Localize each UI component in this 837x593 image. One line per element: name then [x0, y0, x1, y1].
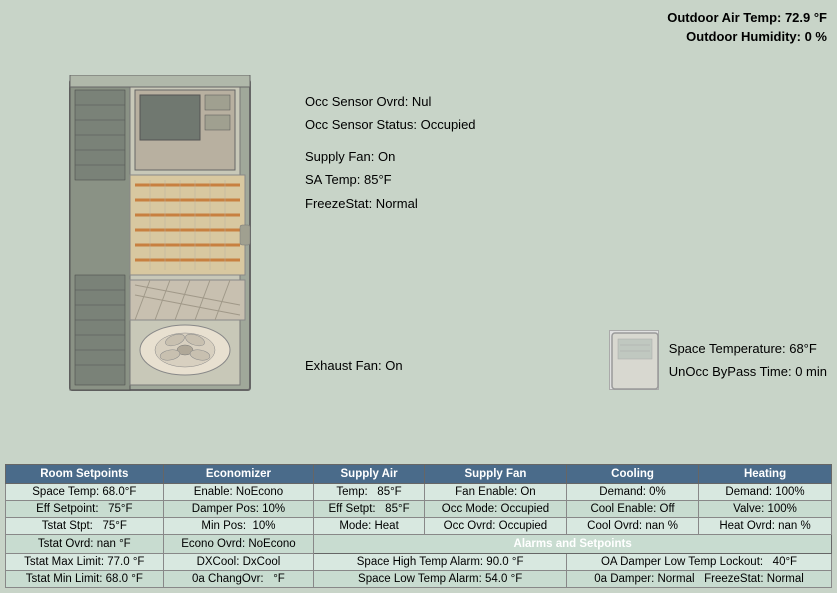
col-supply-air: Supply Air — [314, 465, 425, 484]
occ-sensor-status: Occ Sensor Status: Occupied — [305, 113, 476, 136]
cell-damper-pos: Damper Pos: 10% — [163, 501, 314, 518]
supply-fan-status: Supply Fan: On — [305, 145, 476, 168]
data-table-container: Room Setpoints Economizer Supply Air Sup… — [5, 464, 832, 588]
cell-space-temp: Space Temp: 68.0°F — [6, 484, 164, 501]
col-room-setpoints: Room Setpoints — [6, 465, 164, 484]
bypass-time: UnOcc ByPass Time: 0 min — [669, 360, 827, 383]
cell-mode: Mode: Heat — [314, 518, 425, 535]
space-temp-panel: Space Temperature: 68°F UnOcc ByPass Tim… — [609, 330, 827, 390]
alarm-header: Alarms and Setpoints — [314, 535, 832, 554]
outdoor-humidity: Outdoor Humidity: 0 % — [667, 29, 827, 44]
table-row: Space Temp: 68.0°F Enable: NoEcono Temp:… — [6, 484, 832, 501]
cell-tstat-min: Tstat Min Limit: 68.0 °F — [6, 571, 164, 588]
cell-tstat-ovrd: Tstat Ovrd: nan °F — [6, 535, 164, 554]
cell-eff-setpoint: Eff Setpoint: 75°F — [6, 501, 164, 518]
sa-temp: SA Temp: 85°F — [305, 168, 476, 191]
cell-cool-ovrd: Cool Ovrd: nan % — [567, 518, 699, 535]
table-row: Tstat Max Limit: 77.0 °F DXCool: DxCool … — [6, 554, 832, 571]
cell-heat-demand: Demand: 100% — [699, 484, 832, 501]
cell-demand: Demand: 0% — [567, 484, 699, 501]
occ-sensor-ovrd: Occ Sensor Ovrd: Nul — [305, 90, 476, 113]
table-row: Tstat Stpt: 75°F Min Pos: 10% Mode: Heat… — [6, 518, 832, 535]
status-panel: Occ Sensor Ovrd: Nul Occ Sensor Status: … — [305, 90, 476, 215]
cell-cool-enable: Cool Enable: Off — [567, 501, 699, 518]
col-heating: Heating — [699, 465, 832, 484]
space-temperature: Space Temperature: 68°F — [669, 337, 827, 360]
hvac-unit — [40, 75, 280, 395]
cell-temp: Temp: 85°F — [314, 484, 425, 501]
cell-tstat-stpt: Tstat Stpt: 75°F — [6, 518, 164, 535]
cell-fan-enable: Fan Enable: On — [424, 484, 566, 501]
cell-tstat-max: Tstat Max Limit: 77.0 °F — [6, 554, 164, 571]
cell-dxcool: DXCool: DxCool — [163, 554, 314, 571]
thermostat-icon — [609, 330, 659, 390]
cell-oa-changovr: 0a ChangOvr: °F — [163, 571, 314, 588]
cell-oa-damper-freezestat: 0a Damper: Normal FreezeStat: Normal — [567, 571, 832, 588]
cell-eff-setpt: Eff Setpt: 85°F — [314, 501, 425, 518]
data-table: Room Setpoints Economizer Supply Air Sup… — [5, 464, 832, 588]
cell-occ-mode: Occ Mode: Occupied — [424, 501, 566, 518]
cell-min-pos: Min Pos: 10% — [163, 518, 314, 535]
cell-space-low-alarm: Space Low Temp Alarm: 54.0 °F — [314, 571, 567, 588]
exhaust-fan-label: Exhaust Fan: On — [305, 358, 403, 373]
cell-enable: Enable: NoEcono — [163, 484, 314, 501]
cell-oa-damper-lockout: OA Damper Low Temp Lockout: 40°F — [567, 554, 832, 571]
col-economizer: Economizer — [163, 465, 314, 484]
cell-valve: Valve: 100% — [699, 501, 832, 518]
col-supply-fan: Supply Fan — [424, 465, 566, 484]
table-row: Tstat Ovrd: nan °F Econo Ovrd: NoEcono A… — [6, 535, 832, 554]
cell-space-high-alarm: Space High Temp Alarm: 90.0 °F — [314, 554, 567, 571]
col-cooling: Cooling — [567, 465, 699, 484]
table-row: Tstat Min Limit: 68.0 °F 0a ChangOvr: °F… — [6, 571, 832, 588]
space-temp-text: Space Temperature: 68°F UnOcc ByPass Tim… — [669, 337, 827, 384]
cell-heat-ovrd: Heat Ovrd: nan % — [699, 518, 832, 535]
cell-occ-ovrd: Occ Ovrd: Occupied — [424, 518, 566, 535]
freeze-stat: FreezeStat: Normal — [305, 192, 476, 215]
outdoor-air-temp: Outdoor Air Temp: 72.9 °F — [667, 10, 827, 25]
table-row: Eff Setpoint: 75°F Damper Pos: 10% Eff S… — [6, 501, 832, 518]
top-right-info: Outdoor Air Temp: 72.9 °F Outdoor Humidi… — [667, 10, 827, 48]
cell-econo-ovrd: Econo Ovrd: NoEcono — [163, 535, 314, 554]
